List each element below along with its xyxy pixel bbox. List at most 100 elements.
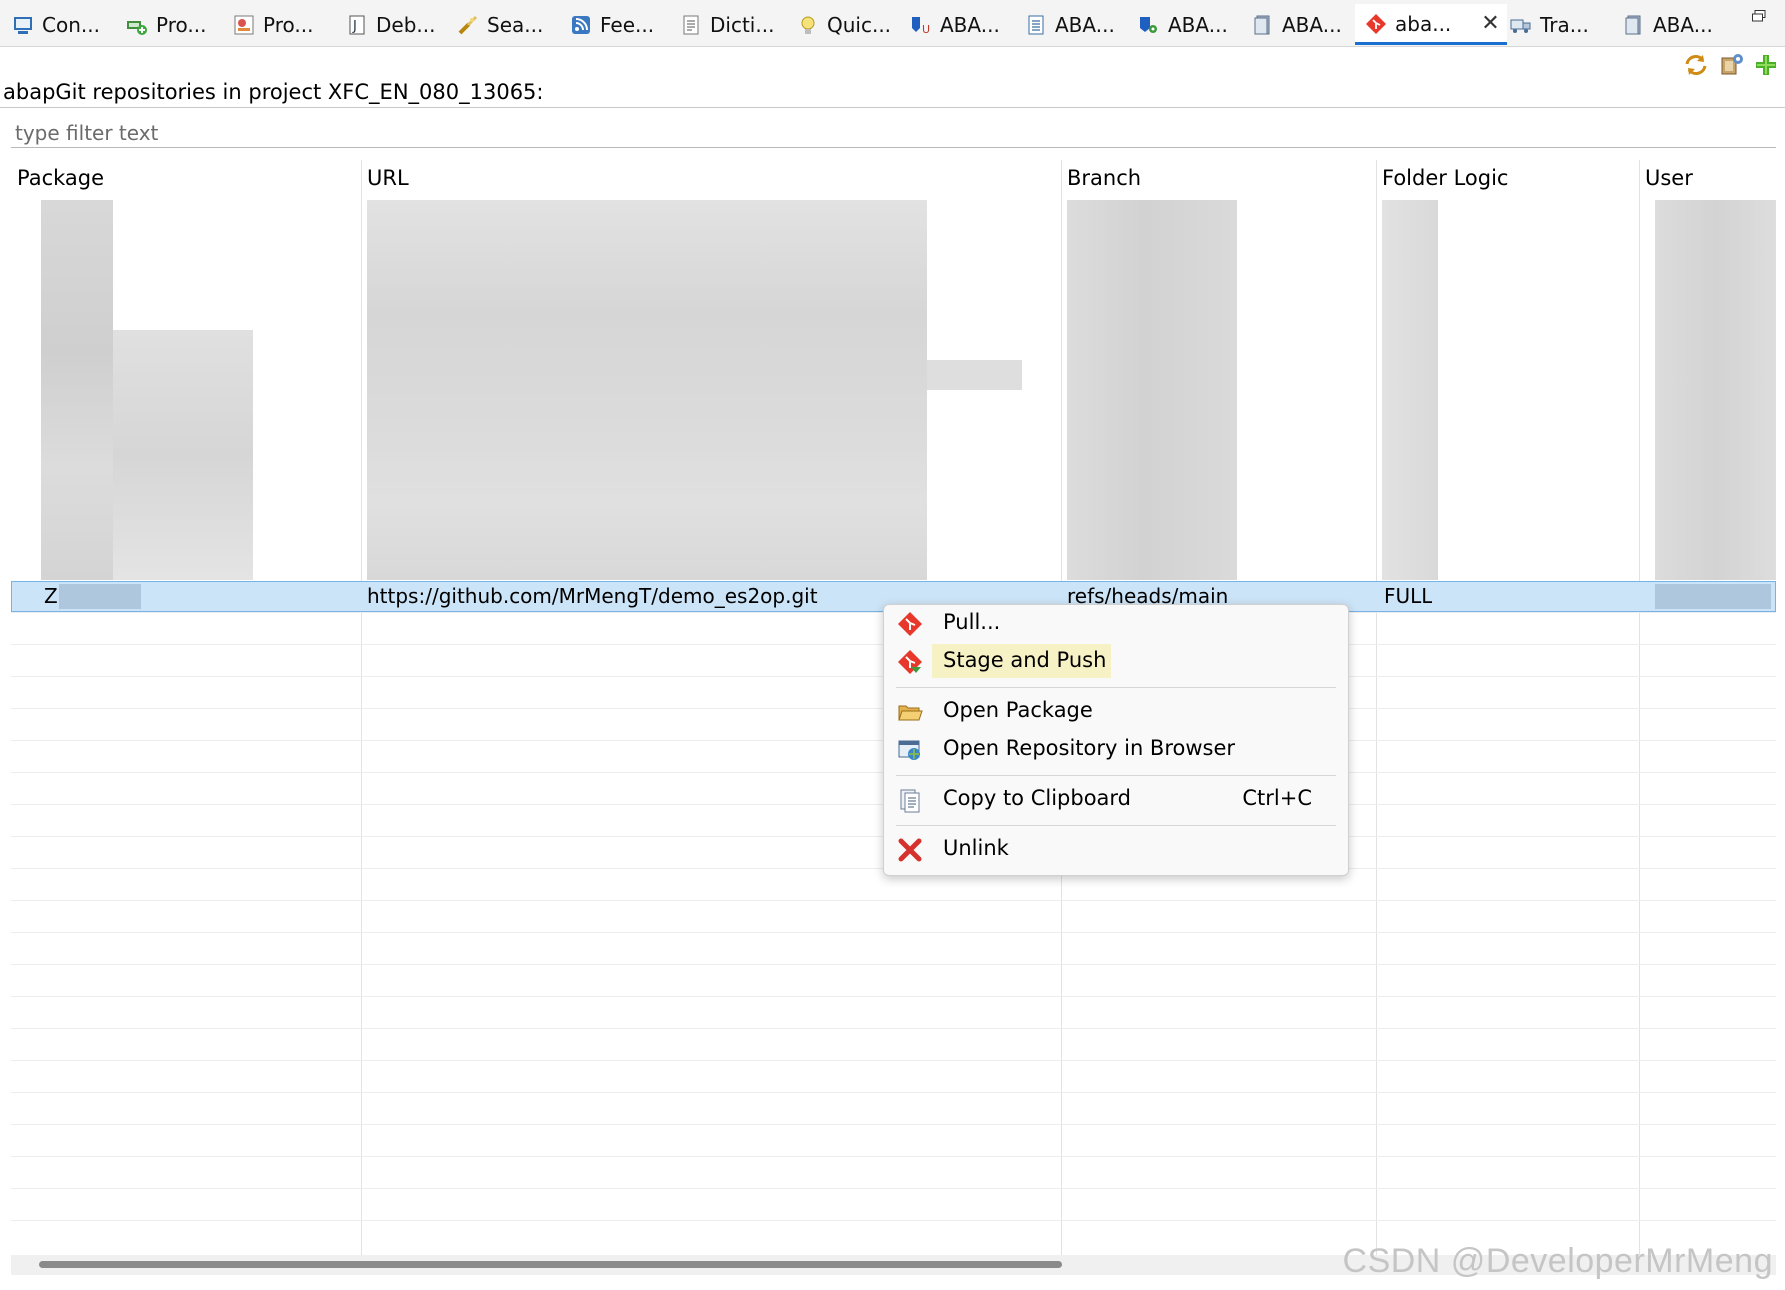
column-header-user[interactable]: User (1645, 166, 1693, 190)
tab-label: ABA... (1055, 13, 1115, 37)
tab-label: Dicti... (710, 13, 775, 37)
abap-doc-icon (1028, 15, 1044, 35)
row-divider (11, 1156, 1776, 1157)
menu-item-pull[interactable]: Pull... (884, 605, 1348, 641)
menu-item-label: Pull... (943, 610, 1001, 634)
problems-icon (127, 21, 147, 35)
column-header-folder-logic[interactable]: Folder Logic (1382, 166, 1508, 190)
view-title: abapGit repositories in project XFC_EN_0… (3, 80, 544, 104)
tab-label: ABA... (1653, 13, 1713, 37)
divider (0, 107, 1785, 108)
tab-label: aba... (1395, 12, 1452, 36)
abap-unit-icon: U (912, 17, 930, 36)
add-repository-icon[interactable] (1753, 52, 1779, 78)
tab-search[interactable]: Sea... (457, 8, 543, 42)
obscured-user-cells (1655, 200, 1776, 580)
row-divider (11, 964, 1776, 965)
tab-dictionary[interactable]: Dicti... (680, 8, 774, 42)
feed-icon (572, 16, 590, 34)
tab-label: Quic... (827, 13, 892, 37)
progress-icon (234, 15, 254, 35)
tab-quick-assist[interactable]: Quic... (797, 8, 891, 42)
menu-item-label: Unlink (943, 836, 1009, 860)
column-header-branch[interactable]: Branch (1067, 166, 1141, 190)
obscured-url-cells (927, 360, 1022, 390)
tab-label: Fee... (600, 13, 655, 37)
menu-item-shortcut: Ctrl+C (1242, 786, 1312, 810)
tab-abap-page[interactable]: ABA... (1252, 8, 1342, 42)
tab-progress[interactable]: Pro... (233, 8, 313, 42)
watermark: CSDN @DeveloperMrMeng (1342, 1242, 1773, 1280)
column-header-url[interactable]: URL (367, 166, 409, 190)
repository-settings-icon[interactable] (1719, 52, 1745, 78)
row-divider (11, 1124, 1776, 1125)
row-divider (11, 1028, 1776, 1029)
abap-page-icon (1625, 15, 1641, 35)
menu-item-stage-and-push[interactable]: Stage and Push (884, 643, 1348, 679)
menu-item-unlink[interactable]: Unlink (884, 831, 1348, 867)
tab-label: Tra... (1540, 13, 1589, 37)
tab-label: ABA... (940, 13, 1000, 37)
column-divider[interactable] (361, 160, 362, 1260)
obscured-url-cells (367, 200, 927, 580)
scrollbar-thumb[interactable] (39, 1261, 1062, 1268)
menu-item-open-package[interactable]: Open Package (884, 693, 1348, 729)
tab-transport[interactable]: Tra... (1510, 8, 1589, 42)
row-divider (11, 1060, 1776, 1061)
tab-label: Pro... (156, 13, 207, 37)
clipboard-icon (900, 789, 920, 813)
row-divider (11, 1092, 1776, 1093)
menu-item-label: Open Repository in Browser (943, 736, 1236, 760)
tab-label: ABA... (1282, 13, 1342, 37)
search-icon (458, 15, 478, 35)
column-divider[interactable] (1639, 160, 1640, 1260)
tab-abap-unit[interactable]: U ABA... (910, 8, 1000, 42)
row-divider (11, 932, 1776, 933)
menu-item-copy-to-clipboard[interactable]: Copy to Clipboard Ctrl+C (884, 781, 1348, 817)
abapgit-icon (1366, 14, 1386, 34)
tab-label: ABA... (1168, 13, 1228, 37)
tab-label: Pro... (263, 13, 314, 37)
unlink-icon (898, 838, 922, 862)
dictionary-icon (683, 15, 699, 35)
menu-separator (896, 775, 1336, 776)
menu-item-label: Open Package (943, 698, 1093, 722)
obscured-branch-cells (1067, 200, 1237, 580)
tab-abapgit-repositories[interactable]: aba... ✕ (1355, 4, 1507, 45)
obscured-folder-logic-cells (1382, 200, 1438, 580)
column-divider[interactable] (1376, 160, 1377, 1260)
column-header-package[interactable]: Package (17, 166, 104, 190)
abap-page-icon (1254, 15, 1270, 35)
close-tab-icon[interactable]: ✕ (1481, 13, 1499, 35)
tab-label: Con... (42, 13, 100, 37)
tab-console[interactable]: Con... (12, 8, 100, 42)
filter-input[interactable] (11, 118, 1776, 148)
package-cell: Z (44, 584, 58, 608)
tab-abap-doc[interactable]: ABA... (1025, 8, 1115, 42)
abapgit-stage-push-icon (898, 650, 922, 674)
obscured-package-cells (113, 330, 253, 580)
bulb-icon (801, 16, 815, 34)
menu-item-open-repository-in-browser[interactable]: Open Repository in Browser (884, 731, 1348, 767)
browser-icon (898, 740, 920, 760)
menu-separator (896, 825, 1336, 826)
context-menu: Pull... Stage and Push Open Package Open… (883, 604, 1349, 876)
menu-item-label: Copy to Clipboard (943, 786, 1132, 810)
row-divider (11, 1188, 1776, 1189)
tab-abap-page-2[interactable]: ABA... (1623, 8, 1713, 42)
tab-problems[interactable]: Pro... (126, 8, 206, 42)
tab-abap-gear[interactable]: ABA... (1138, 8, 1228, 42)
svg-text:U: U (922, 23, 930, 36)
tab-debug[interactable]: J Deb... (346, 8, 435, 42)
tab-feed[interactable]: Fee... (570, 8, 654, 42)
restore-view-icon[interactable] (1752, 10, 1766, 22)
transport-icon (1510, 19, 1531, 33)
menu-separator (896, 687, 1336, 688)
obscured-user-name (1655, 584, 1771, 609)
refresh-icon[interactable] (1683, 52, 1709, 78)
view-tab-bar: Con... Pro... Pro... J Deb... Sea... Fee… (0, 0, 1785, 47)
row-divider (11, 900, 1776, 901)
svg-text:J: J (352, 19, 357, 34)
debug-icon: J (349, 15, 365, 35)
abap-gear-icon (1140, 17, 1157, 33)
